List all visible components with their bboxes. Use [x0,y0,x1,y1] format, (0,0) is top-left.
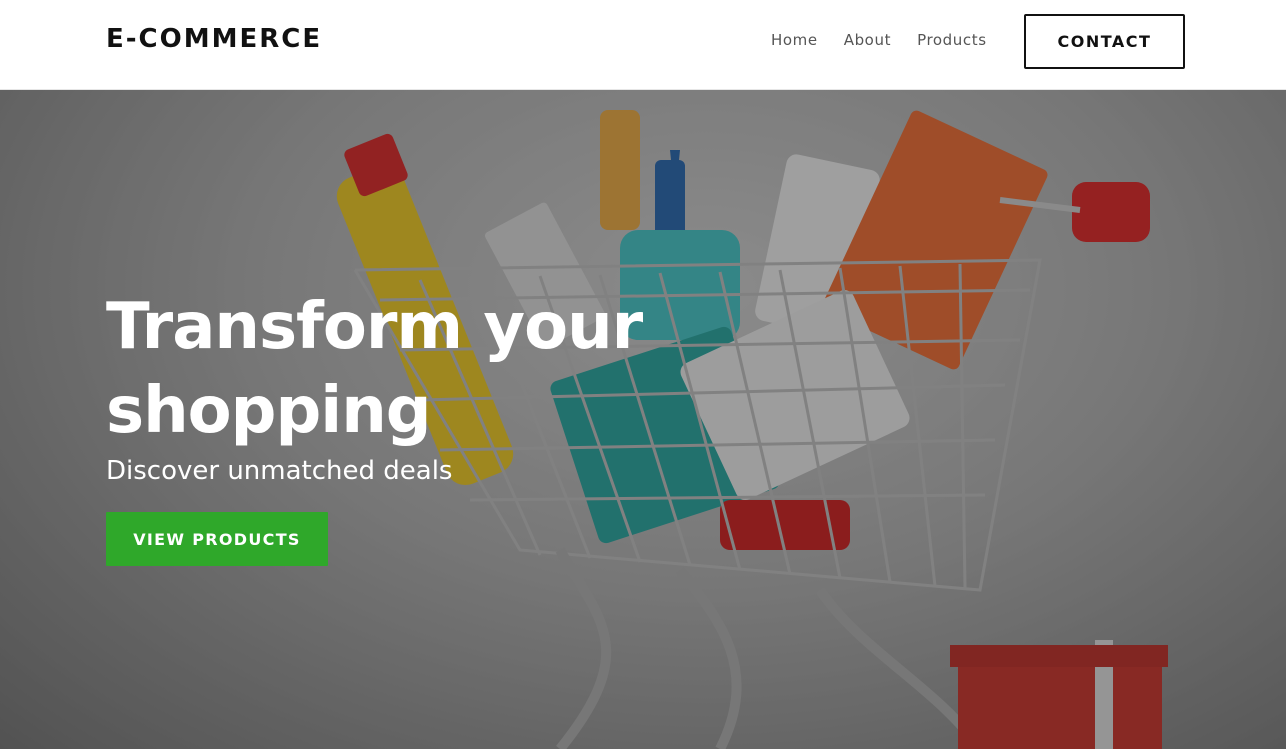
hero-subtitle: Discover unmatched deals [106,456,453,486]
nav-link-home[interactable]: Home [771,31,818,49]
nav-link-about[interactable]: About [844,31,891,49]
hero-section: Transform your shopping Discover unmatch… [0,90,1286,749]
hero-title: Transform your shopping [106,290,643,448]
view-products-button[interactable]: VIEW PRODUCTS [106,512,328,566]
main-nav: Home About Products [771,31,1013,49]
brand-logo[interactable]: E-COMMERCE [106,24,322,54]
top-navbar: E-COMMERCE Home About Products CONTACT [0,0,1286,90]
nav-link-products[interactable]: Products [917,31,987,49]
contact-button[interactable]: CONTACT [1024,14,1185,69]
